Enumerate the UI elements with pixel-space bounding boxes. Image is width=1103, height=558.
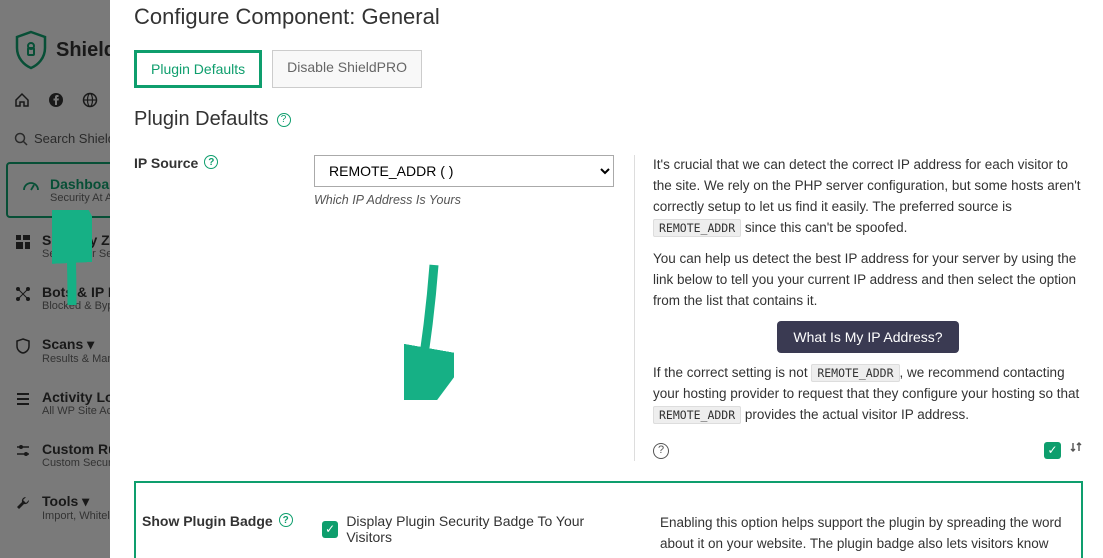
help-icon[interactable]: ? bbox=[279, 513, 293, 527]
badge-checkbox[interactable]: ✓ bbox=[322, 521, 338, 538]
badge-checkbox-label: Display Plugin Security Badge To Your Vi… bbox=[346, 513, 622, 545]
tab-plugin-defaults[interactable]: Plugin Defaults bbox=[134, 50, 262, 88]
facebook-icon[interactable] bbox=[48, 92, 64, 111]
gauge-icon bbox=[22, 178, 40, 196]
ip-source-select[interactable]: REMOTE_ADDR ( ) bbox=[314, 155, 614, 187]
ip-source-label: IP Source bbox=[134, 155, 198, 171]
sliders-icon bbox=[14, 443, 32, 459]
whats-my-ip-button[interactable]: What Is My IP Address? bbox=[777, 321, 958, 353]
wrench-icon bbox=[14, 495, 32, 511]
question-icon[interactable]: ? bbox=[653, 443, 669, 459]
ip-source-hint: Which IP Address Is Yours bbox=[314, 193, 614, 207]
sort-icon[interactable] bbox=[1069, 440, 1083, 461]
list-icon bbox=[14, 391, 32, 407]
badge-label: Show Plugin Badge bbox=[142, 513, 273, 529]
help-icon[interactable]: ? bbox=[204, 155, 218, 169]
section-title: Plugin Defaults bbox=[134, 108, 269, 131]
network-icon bbox=[14, 286, 32, 302]
home-icon[interactable] bbox=[14, 92, 30, 111]
globe-icon[interactable] bbox=[82, 92, 98, 111]
search-icon bbox=[14, 132, 28, 146]
page-title: Configure Component: General bbox=[134, 0, 1083, 50]
help-icon[interactable]: ? bbox=[277, 113, 291, 127]
brand-name: Shield bbox=[56, 39, 116, 62]
check-badge-icon[interactable]: ✓ bbox=[1044, 442, 1061, 459]
grid-icon bbox=[14, 234, 32, 250]
shield-icon bbox=[14, 338, 32, 354]
tab-disable-shield[interactable]: Disable ShieldPRO bbox=[272, 50, 422, 88]
shield-logo-icon bbox=[14, 30, 48, 70]
